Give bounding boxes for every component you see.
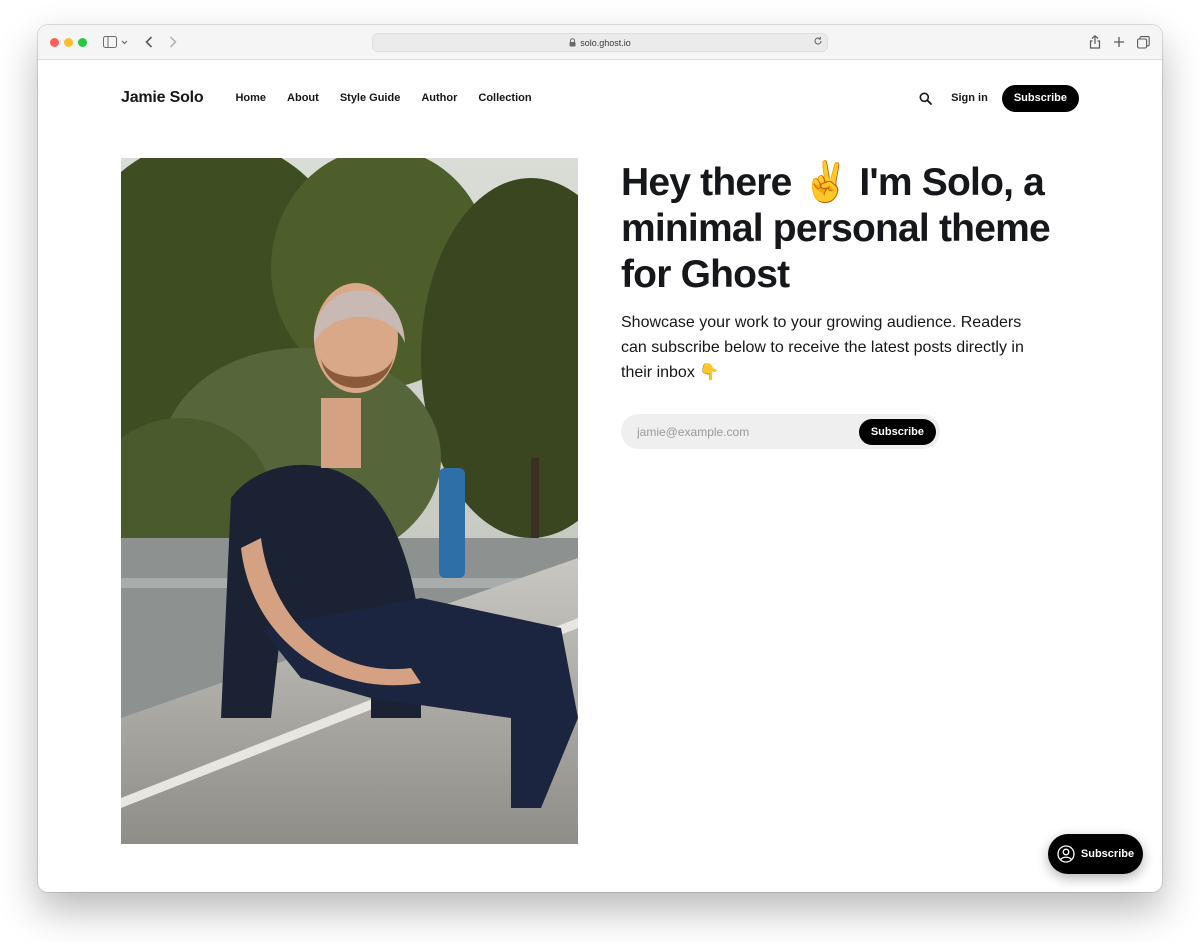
browser-window: solo.ghost.io Jamie Solo Home About Styl… bbox=[38, 25, 1162, 892]
address-bar[interactable]: solo.ghost.io bbox=[372, 33, 828, 52]
new-tab-icon[interactable] bbox=[1112, 34, 1126, 50]
forward-arrow-icon[interactable] bbox=[166, 34, 180, 50]
portal-label: Subscribe bbox=[1080, 848, 1135, 860]
minimize-window-button[interactable] bbox=[64, 38, 73, 47]
web-page: Jamie Solo Home About Style Guide Author… bbox=[38, 60, 1162, 892]
hero-heading: Hey there ✌️ I'm Solo, a minimal persona… bbox=[621, 161, 1051, 296]
portal-subscribe-button[interactable]: Subscribe bbox=[1048, 834, 1143, 874]
hero-photo bbox=[121, 158, 578, 844]
sidebar-toggle-icon[interactable] bbox=[102, 34, 130, 50]
nav-about[interactable]: About bbox=[287, 92, 319, 104]
user-avatar-icon bbox=[1057, 845, 1075, 863]
reload-icon[interactable] bbox=[813, 36, 823, 46]
form-subscribe-button[interactable]: Subscribe bbox=[858, 418, 936, 445]
search-icon[interactable] bbox=[917, 90, 933, 106]
browser-toolbar: solo.ghost.io bbox=[38, 25, 1162, 60]
nav-author[interactable]: Author bbox=[421, 92, 457, 104]
header-subscribe-button[interactable]: Subscribe bbox=[1001, 84, 1079, 112]
sign-in-link[interactable]: Sign in bbox=[951, 92, 988, 104]
nav-home[interactable]: Home bbox=[235, 92, 266, 104]
nav-collection[interactable]: Collection bbox=[478, 92, 531, 104]
hero-section: Hey there ✌️ I'm Solo, a minimal persona… bbox=[621, 160, 1081, 449]
hero-description: Showcase your work to your growing audie… bbox=[621, 314, 1024, 381]
zoom-window-button[interactable] bbox=[78, 38, 87, 47]
site-header: Jamie Solo Home About Style Guide Author… bbox=[121, 80, 1079, 116]
lock-icon bbox=[569, 38, 576, 47]
site-logo[interactable]: Jamie Solo bbox=[121, 89, 204, 107]
back-arrow-icon[interactable] bbox=[142, 34, 156, 50]
subscribe-form: Subscribe bbox=[621, 414, 940, 449]
url-text: solo.ghost.io bbox=[580, 37, 631, 48]
header-actions: Sign in Subscribe bbox=[917, 84, 1079, 112]
hero-photo-illustration bbox=[121, 158, 578, 844]
main-navigation: Home About Style Guide Author Collection bbox=[235, 92, 531, 104]
email-input[interactable] bbox=[637, 424, 859, 439]
tab-overview-icon[interactable] bbox=[1136, 34, 1150, 50]
nav-style-guide[interactable]: Style Guide bbox=[340, 92, 401, 104]
share-icon[interactable] bbox=[1088, 34, 1102, 50]
close-window-button[interactable] bbox=[50, 38, 59, 47]
